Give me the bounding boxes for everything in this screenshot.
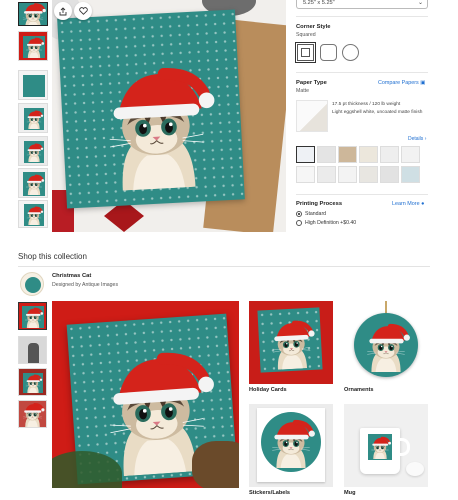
thumbnail-2[interactable] — [18, 31, 48, 61]
cat-image — [360, 317, 412, 375]
product-label: Mug — [344, 490, 356, 496]
cat-image — [23, 373, 43, 393]
paper-swatch-5[interactable] — [380, 146, 399, 163]
share-icon — [59, 6, 67, 15]
product-mug[interactable]: Mug — [344, 404, 428, 500]
details-label: Details — [408, 136, 424, 142]
corner-style-title: Corner Style — [296, 24, 331, 30]
product-stickers-labels[interactable]: Stickers/Labels — [249, 404, 333, 500]
chevron-right-icon: › — [424, 136, 427, 142]
learn-more-label: Learn More — [392, 201, 420, 207]
cat-image — [368, 434, 392, 460]
product-holiday-cards[interactable]: Holiday Cards — [249, 301, 333, 397]
corner-style-selected: Squared — [296, 32, 316, 38]
cat-image — [23, 36, 45, 58]
cat-image — [24, 108, 44, 130]
details-link[interactable]: Details › — [408, 136, 426, 142]
printing-process-title: Printing Process — [296, 201, 343, 207]
paper-swatch-1[interactable] — [296, 146, 315, 163]
info-drop-icon: ● — [421, 201, 425, 207]
product-ornaments[interactable]: Ornaments — [344, 301, 428, 397]
thumbnail-4[interactable] — [18, 103, 48, 133]
paper-desc-line1: 17.5 pt thickness / 120 lb weight — [332, 102, 401, 107]
favorite-button[interactable] — [74, 2, 92, 20]
chevron-down-icon: ⌄ — [417, 0, 423, 6]
product-image — [344, 301, 428, 384]
paper-swatch-7[interactable] — [296, 166, 315, 183]
square-corner-icon — [301, 48, 310, 57]
cat-icon — [25, 277, 41, 293]
learn-more-link[interactable]: Learn More ● — [392, 201, 424, 207]
cat-image — [19, 401, 46, 427]
collection-logo[interactable] — [20, 272, 44, 296]
paper-swatch-10[interactable] — [359, 166, 378, 183]
paper-swatch-4[interactable] — [359, 146, 378, 163]
decor-pinecone — [192, 441, 239, 488]
product-label: Holiday Cards — [249, 387, 287, 393]
product-label: Ornaments — [344, 387, 374, 393]
paper-swatch-6[interactable] — [401, 146, 420, 163]
collection-designer[interactable]: Designed by Antique Images — [52, 282, 118, 288]
high-definition-radio[interactable] — [296, 220, 302, 226]
thumbnail-6[interactable] — [18, 168, 48, 198]
paper-swatch-8[interactable] — [317, 166, 336, 183]
corner-squared-option[interactable] — [295, 42, 316, 63]
paper-swatch-11[interactable] — [380, 166, 399, 183]
cat-illustration — [87, 40, 225, 207]
paper-type-selected: Matte — [296, 88, 309, 94]
collection-heading: Shop this collection — [18, 252, 87, 261]
thumbnail-1[interactable] — [18, 2, 48, 26]
cat-image — [19, 3, 47, 26]
cat-image — [265, 414, 317, 470]
divider — [296, 72, 428, 73]
thumbnail-7[interactable] — [18, 200, 48, 228]
compare-icon: ▣ — [420, 80, 426, 86]
collection-name[interactable]: Christmas Cat — [52, 273, 91, 279]
high-definition-label: High Definition +$0.40 — [305, 220, 357, 226]
collection-thumb-1[interactable] — [18, 302, 47, 330]
collection-thumb-3[interactable] — [18, 368, 47, 396]
divider — [18, 266, 430, 267]
product-image — [249, 404, 333, 487]
thumbnail-3[interactable] — [18, 70, 48, 100]
cat-image — [24, 204, 44, 226]
corner-rounded-option[interactable] — [320, 44, 337, 61]
divider — [296, 16, 428, 17]
paper-swatch-3[interactable] — [338, 146, 357, 163]
cat-image — [24, 141, 44, 163]
collection-thumb-2[interactable] — [18, 336, 47, 364]
paper-desc-line2: Light eggshell white, uncoated matte fin… — [332, 110, 423, 115]
divider — [296, 194, 428, 195]
corner-circle-option[interactable] — [342, 44, 359, 61]
standard-radio[interactable] — [296, 211, 302, 217]
thumbnail-5[interactable] — [18, 136, 48, 166]
product-hero-image[interactable] — [52, 0, 286, 232]
collection-thumb-4[interactable] — [18, 400, 47, 428]
greeting-card — [57, 9, 245, 209]
paper-swatch-12[interactable] — [401, 166, 420, 183]
collection-main-image[interactable] — [52, 301, 239, 488]
size-select[interactable]: 5.25" x 5.25" ⌄ — [296, 0, 428, 9]
product-image — [249, 301, 333, 384]
heart-icon — [78, 7, 88, 15]
standard-label: Standard — [305, 211, 327, 217]
cat-image — [264, 314, 319, 373]
size-value: 5.25" x 5.25" — [303, 0, 335, 6]
paper-swatch-9[interactable] — [338, 166, 357, 183]
compare-papers-link[interactable]: Compare Papers ▣ — [378, 80, 425, 86]
paper-type-title: Paper Type — [296, 80, 327, 86]
paper-swatch-2[interactable] — [317, 146, 336, 163]
share-button[interactable] — [54, 2, 72, 20]
compare-papers-label: Compare Papers — [378, 80, 419, 86]
product-image — [344, 404, 428, 487]
cat-image — [23, 172, 45, 196]
paper-texture-image — [296, 100, 328, 132]
product-label: Stickers/Labels — [249, 490, 291, 496]
cat-image — [22, 306, 44, 328]
